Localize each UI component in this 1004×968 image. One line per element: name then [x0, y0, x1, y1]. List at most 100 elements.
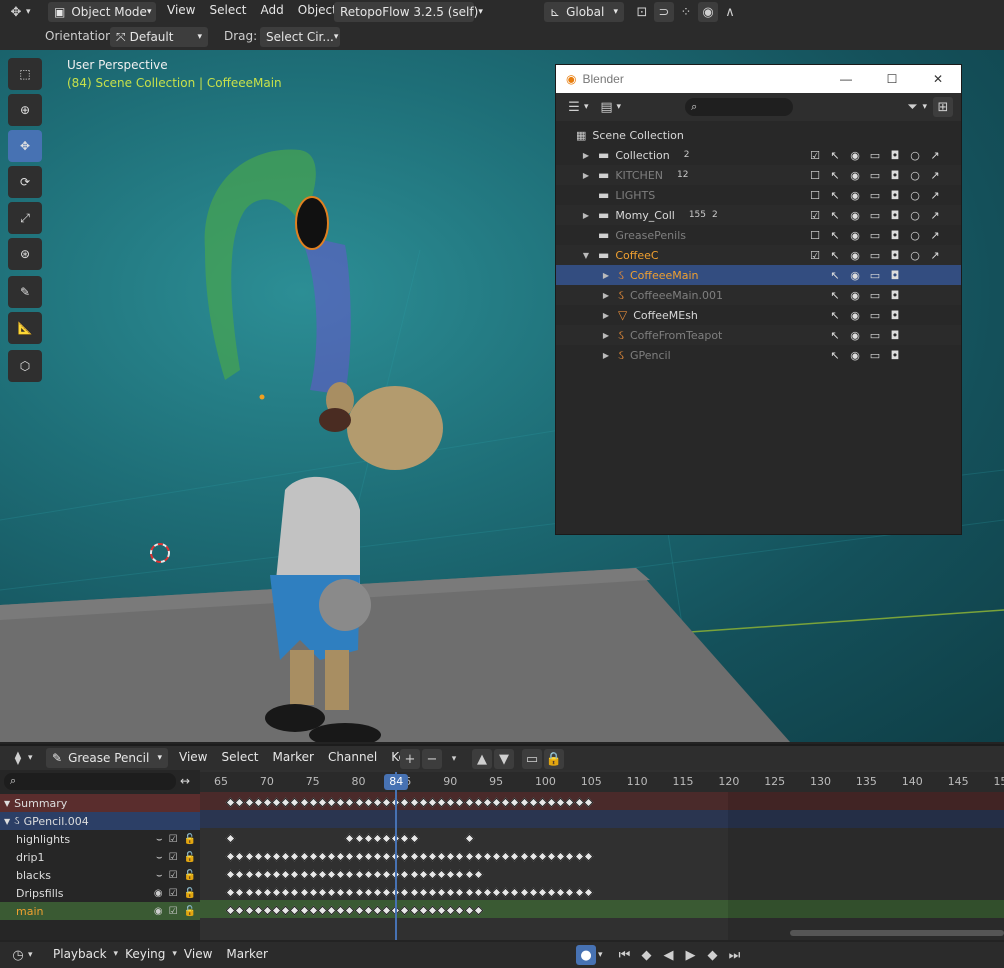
lock-icon[interactable]: 🔓: [184, 870, 196, 881]
checkbox-icon[interactable]: ☑: [807, 209, 823, 222]
eye-icon[interactable]: ◉: [847, 269, 863, 282]
lock-icon[interactable]: 🔒: [544, 749, 564, 769]
keyframe[interactable]: [244, 869, 254, 880]
selectable-icon[interactable]: ↖: [827, 289, 843, 302]
monitor-icon[interactable]: ▭: [867, 209, 883, 222]
selectable-icon[interactable]: ↖: [827, 309, 843, 322]
new-collection-icon[interactable]: ⊞: [933, 97, 953, 117]
hidden-eye-icon[interactable]: ⌣: [156, 852, 163, 863]
keyframe[interactable]: [583, 851, 594, 862]
selectable-icon[interactable]: ↖: [827, 149, 843, 162]
editor-type-button[interactable]: ✥ ▾: [6, 2, 31, 22]
monitor-icon[interactable]: ▭: [867, 329, 883, 342]
checkbox-icon[interactable]: ☑: [169, 870, 178, 881]
outliner-search-input[interactable]: ⌕: [685, 98, 794, 116]
snap-target-icon[interactable]: ⁘: [676, 2, 696, 22]
expand-icon[interactable]: ▶: [600, 291, 612, 300]
lock-icon[interactable]: 🔓: [184, 834, 196, 845]
dopesheet-editor-type[interactable]: ⧫ ▾: [8, 748, 33, 768]
play-icon[interactable]: ▶: [681, 945, 701, 965]
keyframe[interactable]: [344, 851, 355, 862]
indirect-only-icon[interactable]: ↗: [927, 249, 943, 262]
cursor-tool-button[interactable]: ⊕: [8, 94, 42, 126]
eye-icon[interactable]: ◉: [847, 309, 863, 322]
keyframe[interactable]: [299, 887, 309, 898]
auto-keying-icon[interactable]: ●: [576, 945, 596, 965]
object-channel[interactable]: ▼ ઽ GPencil.004: [0, 812, 200, 830]
keyframe[interactable]: [399, 833, 410, 844]
prev-keyframe-icon[interactable]: ◆: [637, 945, 657, 965]
outliner-editor-icon[interactable]: ☰: [564, 97, 584, 117]
camera-icon[interactable]: ◘: [887, 149, 903, 162]
keyframe[interactable]: [409, 905, 420, 916]
rotate-tool-button[interactable]: ⟳: [8, 166, 42, 198]
checkbox-icon[interactable]: ☑: [807, 249, 823, 262]
camera-icon[interactable]: ◘: [887, 209, 903, 222]
keyframe[interactable]: [354, 833, 364, 844]
selectable-icon[interactable]: ↖: [827, 169, 843, 182]
eye-icon[interactable]: ◉: [847, 249, 863, 262]
layer-channel[interactable]: main ◉ ☑ 🔓: [0, 902, 200, 920]
keyframe[interactable]: [399, 869, 410, 880]
keyframe[interactable]: [464, 905, 475, 916]
horizontal-scrollbar[interactable]: [790, 930, 1004, 936]
camera-icon[interactable]: ◘: [887, 229, 903, 242]
timeline-editor-type[interactable]: ◷ ▾: [8, 945, 32, 965]
outliner-row[interactable]: ▶ ઽ GPencil ↖ ◉ ▭ ◘: [556, 345, 961, 365]
camera-icon[interactable]: ◘: [887, 309, 903, 322]
selectable-icon[interactable]: ↖: [827, 209, 843, 222]
keyframe[interactable]: [399, 887, 410, 898]
holdout-icon[interactable]: ○: [907, 229, 923, 242]
transform-orientation-dropdown[interactable]: ⊾ Global ▾: [544, 2, 624, 22]
minimize-icon[interactable]: —: [823, 72, 869, 86]
expand-icon[interactable]: ▶: [580, 171, 592, 180]
eye-icon[interactable]: ◉: [847, 329, 863, 342]
keyframe[interactable]: [399, 851, 410, 862]
lock-icon[interactable]: 🔓: [184, 888, 196, 899]
outliner-row[interactable]: ▬ LIGHTS ☐ ↖ ◉ ▭ ◘ ○ ↗: [556, 185, 961, 205]
keyframe[interactable]: [509, 851, 520, 862]
eye-icon[interactable]: ◉: [847, 209, 863, 222]
keyframe[interactable]: [399, 797, 410, 808]
monitor-icon[interactable]: ▭: [867, 309, 883, 322]
keyframe[interactable]: [344, 833, 355, 844]
selectable-icon[interactable]: ↖: [827, 269, 843, 282]
outliner-row[interactable]: ▶ ઽ CoffeeeMain ↖ ◉ ▭ ◘: [556, 265, 961, 285]
keyframe[interactable]: [289, 851, 300, 862]
checkbox-icon[interactable]: ☑: [807, 149, 823, 162]
keyframe[interactable]: [473, 905, 484, 916]
eye-icon[interactable]: ◉: [847, 349, 863, 362]
select-tool-button[interactable]: ⬚: [8, 58, 42, 90]
outliner-row[interactable]: ▶ ▬ KITCHEN 12 ☐ ↖ ◉ ▭ ◘ ○ ↗: [556, 165, 961, 185]
checkbox-icon[interactable]: ☑: [169, 906, 178, 917]
outliner-row[interactable]: ▼ ▬ CoffeeC ☑ ↖ ◉ ▭ ◘ ○ ↗: [556, 245, 961, 265]
checkbox-icon[interactable]: ☐: [807, 169, 823, 182]
keyframe[interactable]: [509, 797, 520, 808]
holdout-icon[interactable]: ○: [907, 249, 923, 262]
keyframe[interactable]: [244, 797, 254, 808]
indirect-only-icon[interactable]: ↗: [927, 169, 943, 182]
monitor-icon[interactable]: ▭: [867, 189, 883, 202]
keyframe[interactable]: [454, 851, 465, 862]
move-tool-button[interactable]: ✥: [8, 130, 42, 162]
keyframe[interactable]: [409, 797, 420, 808]
indirect-only-icon[interactable]: ↗: [927, 229, 943, 242]
camera-icon[interactable]: ◘: [887, 189, 903, 202]
snap-icon[interactable]: ⊃: [654, 2, 674, 22]
eye-icon[interactable]: ◉: [847, 149, 863, 162]
keyframe[interactable]: [509, 887, 520, 898]
remove-layer-icon[interactable]: −: [422, 749, 442, 769]
scene-collection-row[interactable]: ▦ Scene Collection: [556, 125, 961, 145]
camera-icon[interactable]: ◘: [887, 289, 903, 302]
keyframe[interactable]: [464, 797, 475, 808]
menu-playback[interactable]: Playback: [46, 947, 114, 961]
keyframe[interactable]: [344, 887, 355, 898]
layer-channel[interactable]: blacks ⌣ ☑ 🔓: [0, 866, 200, 884]
move-layer-up-icon[interactable]: ▲: [472, 749, 492, 769]
dopesheet-mode-dropdown[interactable]: ✎ Grease Pencil ▾: [46, 748, 168, 768]
keyframe[interactable]: [225, 833, 236, 844]
monitor-icon[interactable]: ▭: [867, 269, 883, 282]
menu-view[interactable]: View: [172, 750, 214, 764]
keyframe[interactable]: [344, 905, 355, 916]
holdout-icon[interactable]: ○: [907, 189, 923, 202]
